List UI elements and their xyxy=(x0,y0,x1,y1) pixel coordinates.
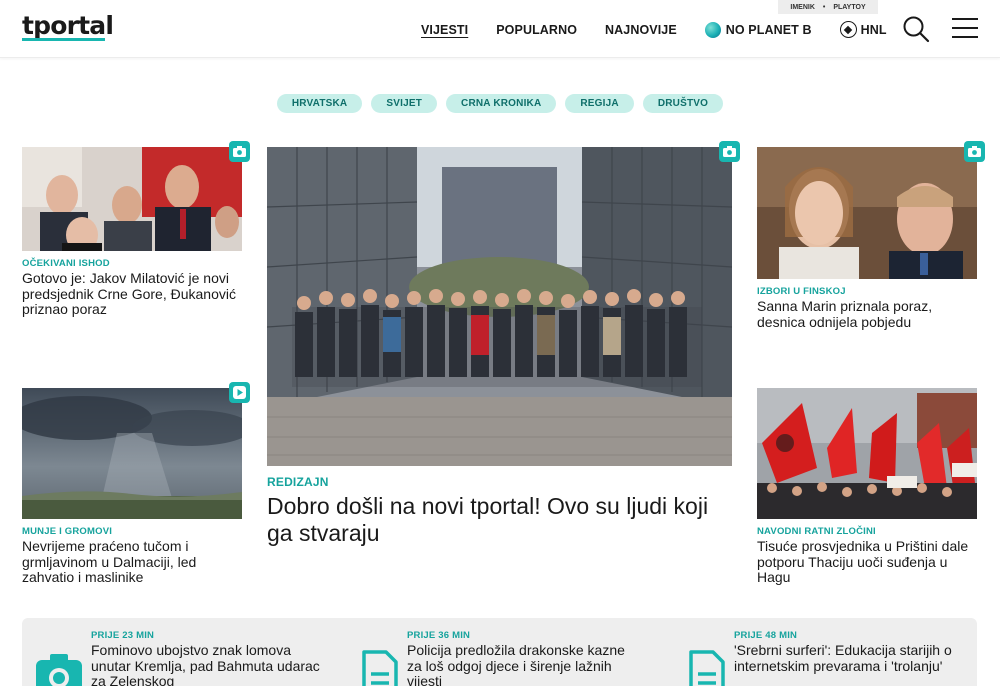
latest-item-title[interactable]: Fominovo ubojstvo znak lomova unutar Kre… xyxy=(91,642,326,686)
site-header: tportal IMENIK • PLAYTOY VIJESTI POPULAR… xyxy=(0,0,1000,58)
article-headline[interactable]: Nevrijeme praćeno tučom i grmljavinom u … xyxy=(22,538,242,586)
menu-button[interactable] xyxy=(952,18,978,40)
latest-item-2[interactable]: PRIJE 36 MIN Policija predložila drakons… xyxy=(362,630,642,686)
site-logo[interactable]: tportal xyxy=(22,12,114,40)
article-thumbnail[interactable] xyxy=(757,141,985,279)
play-icon xyxy=(233,386,246,399)
article-image-team xyxy=(267,147,732,466)
article-kicker: REDIZAJN xyxy=(267,475,329,489)
nav-item-no-planet-b-label: NO PLANET B xyxy=(725,22,812,37)
gallery-badge xyxy=(719,141,740,162)
article-image-protest xyxy=(757,388,977,519)
document-icon xyxy=(689,650,725,686)
category-pill-regija[interactable]: REGIJA xyxy=(565,94,634,113)
globe-icon xyxy=(704,21,721,38)
latest-item-time: PRIJE 36 MIN xyxy=(407,630,471,641)
featured-thumbnail[interactable] xyxy=(267,141,740,466)
camera-icon xyxy=(36,654,82,686)
article-image-election xyxy=(22,147,242,251)
main-nav: VIJESTI POPULARNO NAJNOVIJE NO PLANET B … xyxy=(421,21,915,38)
search-button[interactable] xyxy=(902,15,930,43)
topbar-link-playtoy[interactable]: PLAYTOY xyxy=(833,4,865,11)
latest-item-1[interactable]: PRIJE 23 MIN Fominovo ubojstvo znak lomo… xyxy=(36,630,326,686)
hamburger-menu-icon xyxy=(952,18,978,38)
topbar-link-imenik[interactable]: IMENIK xyxy=(790,4,815,11)
nav-item-hnl-label: HNL xyxy=(860,22,887,37)
document-icon xyxy=(362,650,398,686)
article-kicker: IZBORI U FINSKOJ xyxy=(757,286,846,297)
article-card-finland[interactable]: IZBORI U FINSKOJ Sanna Marin priznala po… xyxy=(757,141,985,330)
video-badge xyxy=(229,382,250,403)
nav-item-vijesti[interactable]: VIJESTI xyxy=(421,23,468,37)
nav-item-no-planet-b[interactable]: NO PLANET B xyxy=(704,21,812,38)
article-headline[interactable]: Sanna Marin priznala poraz, desnica odni… xyxy=(757,298,977,330)
latest-item-title[interactable]: 'Srebrni surferi': Edukacija starijih o … xyxy=(734,642,969,674)
top-utility-bar: IMENIK • PLAYTOY xyxy=(778,0,878,14)
topbar-separator: • xyxy=(822,3,826,11)
article-card-weather[interactable]: MUNJE I GROMOVI Nevrijeme praćeno tučom … xyxy=(22,382,250,586)
category-pill-hrvatska[interactable]: HRVATSKA xyxy=(276,94,363,113)
article-image-storm xyxy=(22,388,242,519)
article-card-pristina[interactable]: NAVODNI RATNI ZLOČINI Tisuće prosvjednik… xyxy=(757,388,977,586)
nav-item-hnl[interactable]: HNL xyxy=(839,21,887,38)
search-icon xyxy=(903,16,930,43)
article-kicker: MUNJE I GROMOVI xyxy=(22,526,113,537)
gallery-badge xyxy=(229,141,250,162)
category-pill-crna-kronika[interactable]: CRNA KRONIKA xyxy=(446,94,557,113)
latest-item-title[interactable]: Policija predložila drakonske kazne za l… xyxy=(407,642,642,686)
article-thumbnail[interactable] xyxy=(757,388,977,519)
category-pill-svijet[interactable]: SVIJET xyxy=(371,94,438,113)
gallery-badge xyxy=(964,141,985,162)
article-thumbnail[interactable] xyxy=(22,141,250,251)
article-card-montenegro[interactable]: OČEKIVANI ISHOD Gotovo je: Jakov Milatov… xyxy=(22,141,250,318)
camera-icon xyxy=(968,146,981,157)
nav-item-popularno[interactable]: POPULARNO xyxy=(496,23,577,37)
latest-item-3[interactable]: PRIJE 48 MIN 'Srebrni surferi': Edukacij… xyxy=(689,630,969,686)
latest-news-strip: PRIJE 23 MIN Fominovo ubojstvo znak lomo… xyxy=(22,618,977,686)
nav-item-najnovije[interactable]: NAJNOVIJE xyxy=(605,23,677,37)
camera-icon xyxy=(233,146,246,157)
article-kicker: NAVODNI RATNI ZLOČINI xyxy=(757,526,876,537)
football-icon xyxy=(839,21,857,38)
article-headline[interactable]: Gotovo je: Jakov Milatović je novi preds… xyxy=(22,270,242,318)
article-card-featured[interactable]: REDIZAJN Dobro došli na novi tportal! Ov… xyxy=(267,141,740,547)
article-image-finland xyxy=(757,147,977,279)
article-kicker: OČEKIVANI ISHOD xyxy=(22,258,110,269)
category-pill-drustvo[interactable]: DRUŠTVO xyxy=(642,94,724,113)
latest-item-time: PRIJE 23 MIN xyxy=(91,630,155,641)
article-headline[interactable]: Dobro došli na novi tportal! Ovo su ljud… xyxy=(267,493,732,547)
logo-underline xyxy=(22,38,105,41)
category-pills: HRVATSKA SVIJET CRNA KRONIKA REGIJA DRUŠ… xyxy=(0,94,1000,113)
article-headline[interactable]: Tisuće prosvjednika u Prištini dale potp… xyxy=(757,538,977,586)
camera-icon xyxy=(723,146,736,157)
latest-item-time: PRIJE 48 MIN xyxy=(734,630,798,641)
article-thumbnail[interactable] xyxy=(22,382,250,519)
